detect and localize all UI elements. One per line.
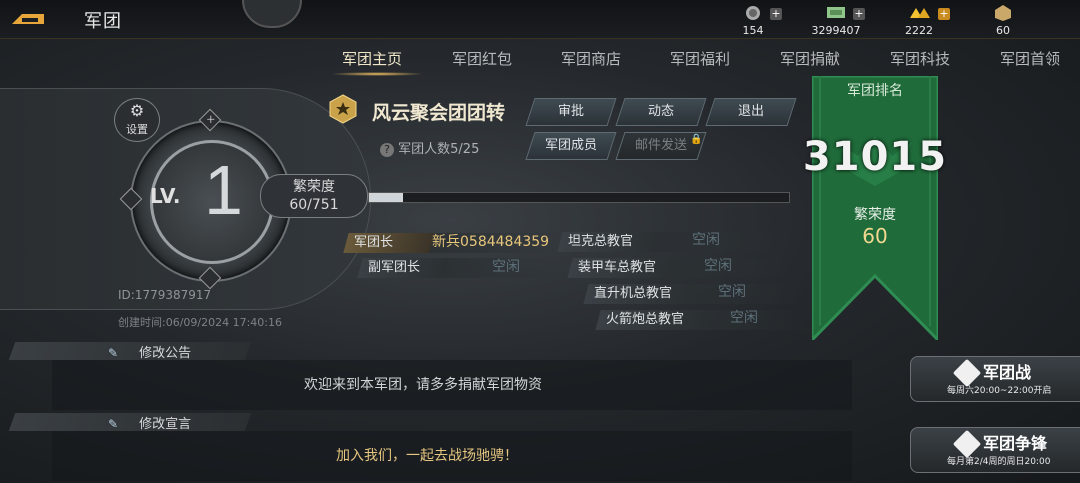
edit-announcement-label: 修改公告 xyxy=(139,346,192,361)
edit-icon: ✎ xyxy=(108,346,119,360)
deputy-name[interactable]: 空闲 xyxy=(492,256,520,276)
mail-label: 邮件发送 xyxy=(634,138,687,153)
add-icon[interactable]: + xyxy=(770,8,782,20)
tab-home[interactable]: 军团主页 xyxy=(342,48,402,69)
leader-name[interactable]: 新兵0584484359 xyxy=(432,231,549,251)
supply-icon xyxy=(995,5,1011,21)
resource-gold[interactable]: + 2222 xyxy=(884,2,954,38)
role-label: 直升机总教官 xyxy=(594,286,673,301)
edit-icon: ✎ xyxy=(108,417,119,431)
legion-contest-schedule: 每月第2/4周的周日20:00 xyxy=(947,457,1051,467)
legion-contest-title: 军团争锋 xyxy=(983,434,1048,453)
announcement-text: 欢迎来到本军团，请多多捐献军团物资 xyxy=(304,377,542,393)
active-tab-indicator xyxy=(330,72,424,76)
quit-label: 退出 xyxy=(737,104,764,119)
legion-war-button[interactable]: 军团战 每周六20:00~22:00开启 xyxy=(910,356,1080,402)
role-label: 装甲车总教官 xyxy=(578,260,657,275)
legion-war-title: 军团战 xyxy=(983,363,1032,382)
prosperity-label: 繁荣度 xyxy=(293,179,335,195)
legion-name: 风云聚会团团转 xyxy=(372,102,506,124)
legion-war-schedule: 每周六20:00~22:00开启 xyxy=(947,386,1052,396)
back-arrow-icon xyxy=(12,14,44,24)
ranking-prosperity-value: 60 xyxy=(862,224,888,248)
tab-red-packet[interactable]: 军团红包 xyxy=(452,48,512,69)
role-label: 副军团长 xyxy=(368,260,421,275)
activity-label: 动态 xyxy=(647,104,674,119)
tab-tech[interactable]: 军团科技 xyxy=(890,48,950,69)
tab-welfare[interactable]: 军团福利 xyxy=(670,48,730,69)
declaration-text: 加入我们，一起去战场驰骋！ xyxy=(336,448,518,464)
approve-button[interactable]: 审批 xyxy=(525,98,617,126)
page-title: 军团 xyxy=(84,11,122,32)
legion-contest-button[interactable]: 军团争锋 每月第2/4周的周日20:00 xyxy=(910,427,1080,473)
legion-emblem-icon xyxy=(329,94,357,124)
tab-boss[interactable]: 军团首领 xyxy=(1000,48,1060,69)
help-icon[interactable]: ? xyxy=(380,143,394,157)
role-label: 火箭炮总教官 xyxy=(606,312,685,327)
prosperity-value: 60/751 xyxy=(289,197,339,213)
resource-value: 2222 xyxy=(905,24,933,37)
settings-button[interactable]: ⚙ 设置 xyxy=(114,98,160,142)
level-value: 1 xyxy=(204,151,243,229)
heli-name[interactable]: 空闲 xyxy=(718,281,746,301)
edit-announcement-button[interactable]: ✎ 修改公告 xyxy=(108,342,191,361)
member-count: ? 军团人数5/25 xyxy=(380,138,479,157)
level-label: LV. xyxy=(150,184,181,208)
ranking-title: 军团排名 xyxy=(847,83,903,99)
back-button[interactable] xyxy=(8,6,48,30)
members-label: 军团成员 xyxy=(544,138,597,153)
add-icon[interactable]: + xyxy=(853,8,865,20)
role-label: 军团长 xyxy=(354,235,394,250)
role-tank: 坦克总教官 xyxy=(557,232,659,252)
add-icon[interactable]: + xyxy=(938,8,950,20)
gold-icon xyxy=(910,8,930,18)
rocket-name[interactable]: 空闲 xyxy=(730,307,758,327)
resource-supply[interactable]: 60 xyxy=(968,2,1038,38)
edit-declaration-button[interactable]: ✎ 修改宣言 xyxy=(108,413,191,432)
member-count-label: 军团人数5/25 xyxy=(398,142,480,157)
activity-button[interactable]: 动态 xyxy=(615,98,707,126)
tab-shop[interactable]: 军团商店 xyxy=(561,48,621,69)
prosperity-badge: 繁荣度 60/751 xyxy=(260,174,368,218)
members-button[interactable]: 军团成员 xyxy=(525,132,617,160)
gear-icon: ⚙ xyxy=(129,101,145,120)
medal-icon xyxy=(746,6,760,20)
tab-donate[interactable]: 军团捐献 xyxy=(780,48,840,69)
role-armor: 装甲车总教官 xyxy=(567,258,675,278)
role-leader: 军团长 xyxy=(343,233,435,253)
role-rocket: 火箭炮总教官 xyxy=(595,310,703,330)
settings-label: 设置 xyxy=(126,123,148,136)
role-deputy: 副军团长 xyxy=(357,258,449,278)
role-label: 坦克总教官 xyxy=(568,234,634,249)
resource-value: 154 xyxy=(742,24,764,37)
resource-value: 60 xyxy=(996,24,1010,37)
ranking-prosperity-label: 繁荣度 xyxy=(854,207,896,223)
approve-label: 审批 xyxy=(557,104,584,119)
resource-value: 3299407 xyxy=(811,24,861,37)
created-time: 创建时间:06/09/2024 17:40:16 xyxy=(118,316,283,329)
resource-medal[interactable]: + 154 xyxy=(718,2,788,38)
role-heli: 直升机总教官 xyxy=(583,284,691,304)
resource-cash[interactable]: + 3299407 xyxy=(801,2,871,38)
cash-icon xyxy=(827,7,845,18)
prosperity-bar-fill xyxy=(369,193,403,202)
armor-name[interactable]: 空闲 xyxy=(704,255,732,275)
legion-id: ID:1779387917 xyxy=(118,288,212,302)
ranking-value: 31015 xyxy=(802,134,948,180)
tab-bar: 军团主页 军团红包 军团商店 军团福利 军团捐献 军团科技 军团首领 xyxy=(320,48,1080,76)
tank-name[interactable]: 空闲 xyxy=(692,229,720,249)
lock-icon: 🔒 xyxy=(690,134,703,145)
prosperity-bar xyxy=(368,192,790,203)
quit-button[interactable]: 退出 xyxy=(705,98,797,126)
edit-declaration-label: 修改宣言 xyxy=(139,417,192,432)
